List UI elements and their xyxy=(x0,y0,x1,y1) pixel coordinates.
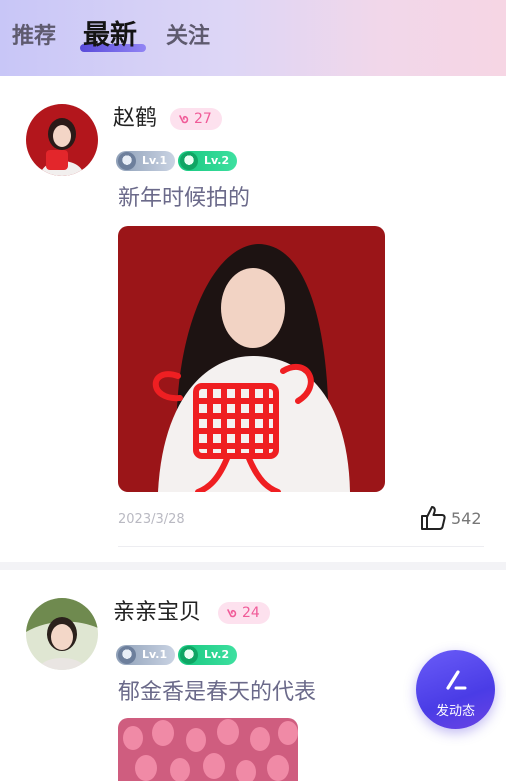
heart-hook-icon xyxy=(227,609,237,618)
level-badge-1: Lv.1 xyxy=(116,645,176,665)
level-text: Lv.1 xyxy=(142,648,168,661)
level-heart-icon xyxy=(180,152,198,170)
level-badge-2: Lv.2 xyxy=(178,645,238,665)
gift-count-badge: 27 xyxy=(170,108,222,130)
level-shield-icon xyxy=(118,152,136,170)
post-photo[interactable] xyxy=(118,718,298,781)
level-text: Lv.1 xyxy=(142,154,168,167)
pen-icon xyxy=(446,670,467,690)
thumbs-up-icon xyxy=(421,506,446,530)
tab-following[interactable]: 关注 xyxy=(166,22,210,52)
level-text: Lv.2 xyxy=(204,648,230,661)
post-date: 2023/3/28 xyxy=(118,512,185,527)
level-text: Lv.2 xyxy=(204,154,230,167)
level-badge-2: Lv.2 xyxy=(178,151,238,171)
gift-count-badge: 24 xyxy=(218,602,270,624)
level-heart-icon xyxy=(180,646,198,664)
username[interactable]: 亲亲宝贝 xyxy=(113,598,201,628)
level-shield-icon xyxy=(118,646,136,664)
tab-latest[interactable]: 最新 xyxy=(83,18,137,54)
post-text: 郁金香是春天的代表 xyxy=(118,680,317,705)
divider xyxy=(118,546,484,547)
fab-label: 发动态 xyxy=(435,704,475,719)
post-text: 新年时候拍的 xyxy=(118,186,251,211)
badge-count: 27 xyxy=(194,111,212,127)
badge-count: 24 xyxy=(242,605,260,621)
post-photo[interactable] xyxy=(118,226,385,492)
top-tab-bar: 推荐 最新 关注 xyxy=(0,0,506,76)
level-badge-1: Lv.1 xyxy=(116,151,176,171)
tab-recommend[interactable]: 推荐 xyxy=(12,22,56,52)
post-status-button[interactable]: 发动态 xyxy=(416,650,495,729)
avatar[interactable] xyxy=(26,104,98,176)
username[interactable]: 赵鹤 xyxy=(113,104,157,134)
like-count: 542 xyxy=(451,508,482,528)
avatar[interactable] xyxy=(26,598,98,670)
like-button[interactable]: 542 xyxy=(419,504,482,532)
post-card: 赵鹤 27 Lv.1 Lv.2 新年时候拍的 2023/3/28 542 xyxy=(0,76,506,562)
heart-hook-icon xyxy=(179,115,189,124)
